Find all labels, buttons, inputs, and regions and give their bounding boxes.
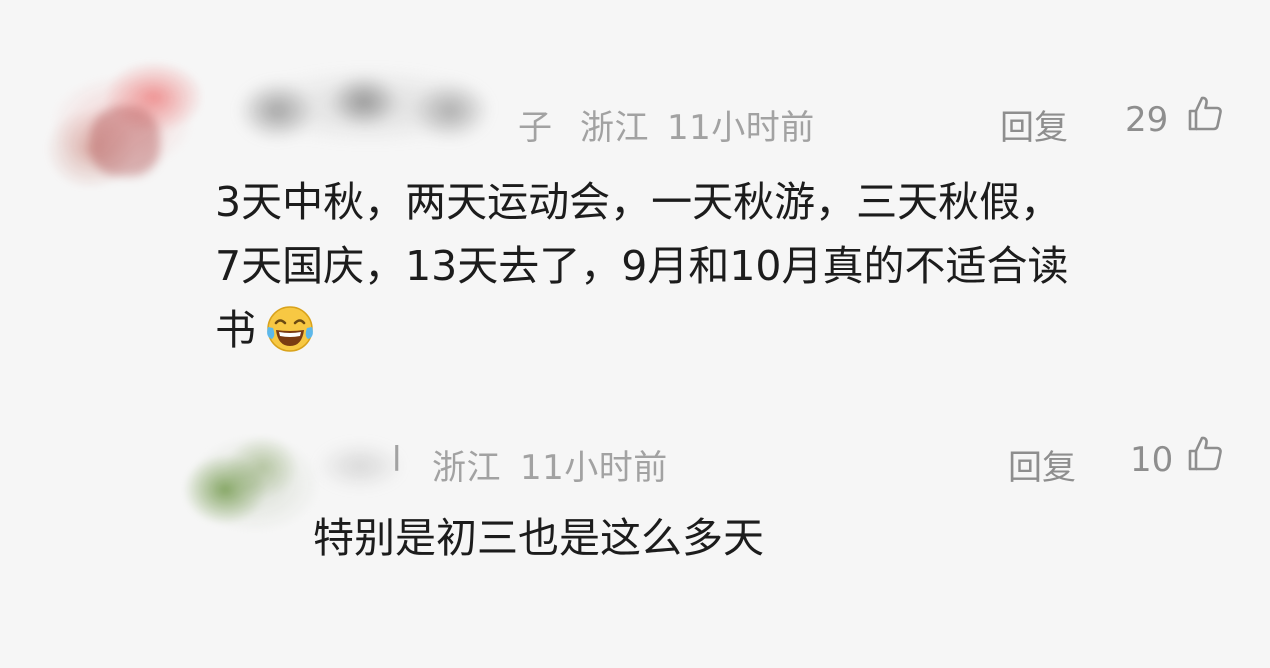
comment-text-line: 特别是初三也是这么多天 [313,514,764,562]
username-tail[interactable]: 子 [518,100,553,149]
username-tail[interactable]: l [392,440,402,480]
laughing-tears-emoji-icon [267,306,313,352]
comment-time: 11小时前 [520,448,668,488]
thumbs-up-icon[interactable] [1184,94,1224,134]
like-count: 10 [1130,440,1174,480]
comment-item: 子 浙江 11小时前 回复 29 3天中秋，两天运动会，一天秋游，三天秋假， 7… [0,50,1270,390]
username-blurred[interactable] [215,58,525,154]
reply-button[interactable]: 回复 [1008,440,1076,489]
comment-text-line: 3天中秋，两天运动会，一天秋游，三天秋假， [215,178,1062,226]
comment-location: 浙江 [432,448,501,488]
avatar[interactable] [42,58,202,188]
like-count: 29 [1125,100,1169,140]
comment-text-line: 7天国庆，13天去了，9月和10月真的不适合读 [215,242,1069,290]
comment-time: 11小时前 [667,108,815,148]
reply-button[interactable]: 回复 [1000,100,1068,149]
comment-text-line: 书 [215,306,256,354]
avatar-image [90,106,160,176]
thumbs-up-icon[interactable] [1184,434,1224,474]
reply-comment-item: l 浙江 11小时前 回复 10 特别是初三也是这么多天 [0,418,1270,578]
comment-location: 浙江 [580,108,649,148]
